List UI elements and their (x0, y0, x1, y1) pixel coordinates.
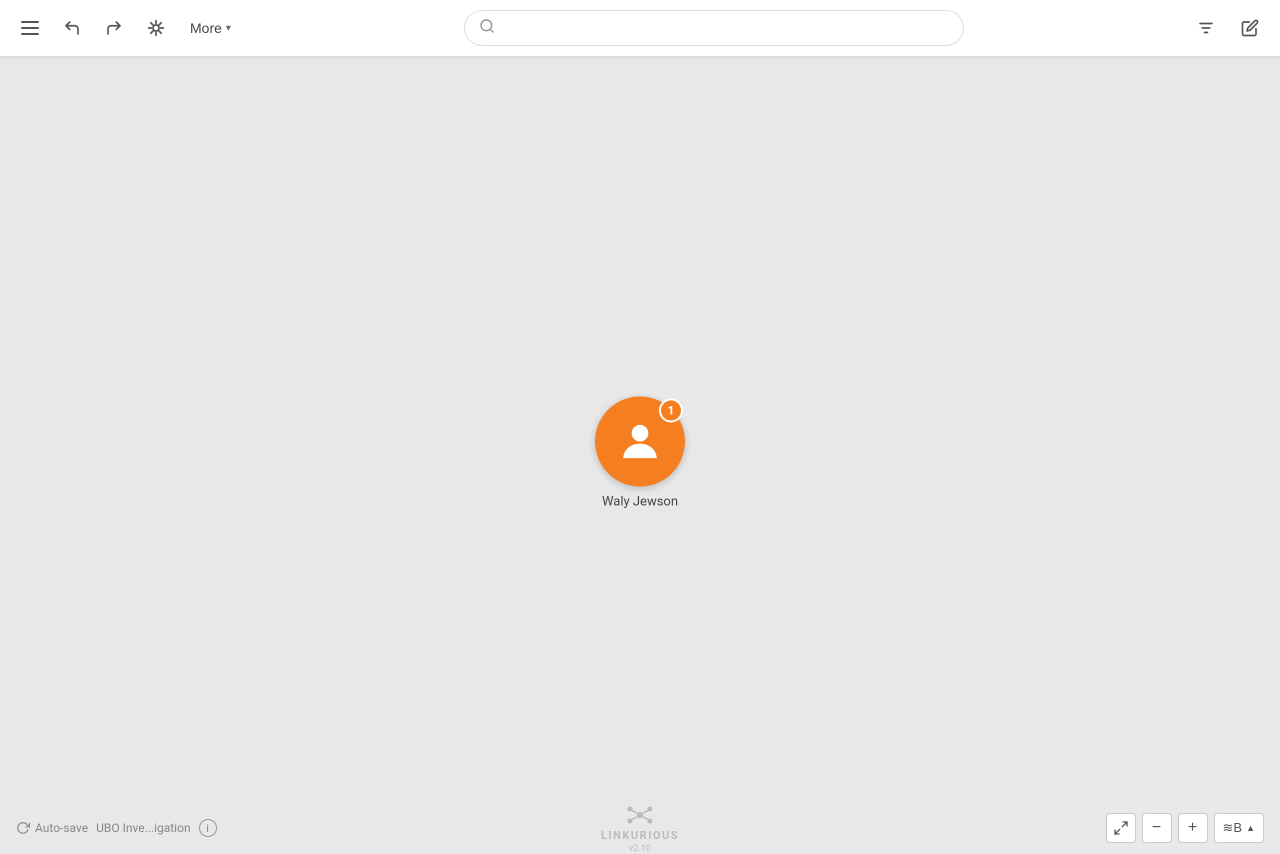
more-button[interactable]: More ▾ (180, 14, 241, 42)
node-circle[interactable]: 1 (595, 397, 685, 487)
bottom-left: Auto-save UBO Inve...igation i (16, 819, 217, 837)
undo-button[interactable] (54, 10, 90, 46)
investigation-label: UBO Inve...igation (96, 821, 190, 835)
logo-text: LINKURIOUS (601, 829, 679, 842)
logo-icon (626, 803, 654, 827)
autosave-label: Auto-save (16, 821, 88, 835)
node-badge: 1 (659, 399, 683, 423)
graph-canvas[interactable]: 1 Waly Jewson (0, 56, 1280, 850)
autosave-icon (16, 821, 30, 835)
bottom-center: LINKURIOUS v2.10 (601, 803, 679, 854)
search-input[interactable] (503, 20, 949, 36)
zoom-out-button[interactable]: − (1142, 813, 1172, 843)
node-container: 1 Waly Jewson (595, 397, 685, 510)
toolbar-right (1188, 10, 1268, 46)
linkurious-logo: LINKURIOUS v2.10 (601, 803, 679, 854)
zoom-in-button[interactable]: + (1178, 813, 1208, 843)
search-bar (464, 10, 964, 46)
menu-button[interactable] (12, 10, 48, 46)
zoom-minus-icon: − (1152, 819, 1161, 837)
graph-mode-label: ≋B (1223, 820, 1243, 836)
filter-button[interactable] (1188, 10, 1224, 46)
zoom-plus-icon: + (1188, 819, 1197, 837)
chevron-down-icon: ▾ (226, 23, 231, 34)
fit-button[interactable] (1106, 813, 1136, 843)
redo-button[interactable] (96, 10, 132, 46)
bottom-bar: Auto-save UBO Inve...igation i LINKURIOU… (0, 806, 1280, 850)
logo-version: v2.10 (629, 844, 651, 854)
chevron-up-icon: ▲ (1246, 823, 1255, 833)
more-label: More (190, 20, 222, 36)
toolbar-left: More ▾ (12, 10, 241, 46)
autosave-text: Auto-save (35, 821, 88, 835)
graph-mode-button[interactable]: ≋B ▲ (1214, 813, 1265, 843)
search-icon (479, 18, 495, 38)
badge-count: 1 (668, 404, 675, 418)
toolbar-center (241, 10, 1188, 46)
highlight-button[interactable] (138, 10, 174, 46)
toolbar: More ▾ (0, 0, 1280, 56)
node-label: Waly Jewson (602, 495, 678, 510)
edit-button[interactable] (1232, 10, 1268, 46)
bottom-right: − + ≋B ▲ (1106, 813, 1265, 843)
user-node-icon (615, 417, 665, 467)
info-button[interactable]: i (199, 819, 217, 837)
